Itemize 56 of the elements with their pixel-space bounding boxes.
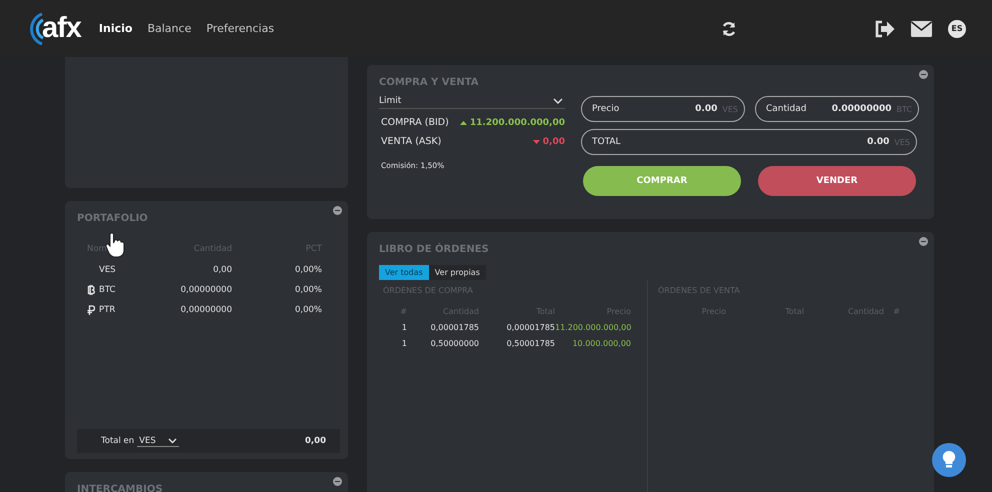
currency-select[interactable]: VES (137, 436, 179, 446)
amount-cell-text: 0,00000000 (180, 305, 232, 315)
filter-tab[interactable]: Ver propias (428, 265, 486, 280)
currency-symbol: PTR (99, 305, 116, 315)
hand-cursor-icon (105, 232, 127, 258)
bitcoin-icon (87, 285, 95, 295)
order-type-select[interactable]: Limit (379, 96, 565, 109)
currency-symbol: BTC (99, 285, 116, 295)
amount-cell-text: 0,00 (212, 265, 232, 275)
chevron-down-icon (168, 438, 177, 444)
down-triangle-icon (532, 140, 540, 144)
chevron-down-icon (553, 98, 563, 104)
panel-title: INTERCAMBIOS (77, 484, 164, 492)
sell-button[interactable]: VENDER (758, 166, 916, 196)
bid-label: COMPRA (BID) (381, 117, 449, 128)
collapse-icon[interactable] (333, 477, 342, 486)
table-cell-text: 10.000.000,00 (571, 338, 631, 348)
nav-link[interactable]: Balance (147, 22, 192, 35)
total-value: 0,00 (305, 436, 326, 446)
ask-value: 0,00 (532, 136, 565, 147)
mail-icon[interactable] (911, 20, 932, 36)
nav-link[interactable]: Preferencias (206, 22, 274, 35)
total-label: Total en (101, 436, 134, 446)
ask-label: VENTA (ASK) (381, 136, 442, 147)
lightbulb-button[interactable] (932, 443, 966, 477)
collapse-icon[interactable] (919, 70, 928, 79)
amount-cell-text: 0,00000000 (180, 285, 232, 295)
bid-value: 11.200.000.000,00 (460, 117, 565, 128)
percent-cell-text: 0,00% (294, 285, 322, 295)
table-cell-text: 0,00001785 (430, 322, 479, 332)
up-triangle-icon (460, 120, 467, 124)
ruble-icon (87, 305, 95, 315)
column-header: # (892, 306, 900, 316)
logo[interactable]: afx (28, 12, 81, 46)
logo-text: afx (42, 12, 81, 45)
refresh-icon[interactable] (721, 20, 737, 36)
table-cell-text: 0,50000000 (430, 338, 479, 348)
signal-arcs-icon (28, 12, 44, 46)
table-cell-text: 0,50001785 (506, 338, 555, 348)
table-cell: 11.200.000.000,00 (555, 322, 631, 332)
table-cell-text: 0,00001785 (506, 322, 555, 332)
collapse-icon[interactable] (333, 206, 342, 215)
panel-title: LIBRO DE ÓRDENES (379, 244, 490, 255)
panel-title: PORTAFOLIO (77, 213, 149, 224)
percent-cell-text: 0,00% (294, 305, 322, 315)
column-header: # (399, 306, 407, 316)
percent-cell-text: 0,00% (294, 265, 322, 275)
table-cell-text: 1 (400, 322, 407, 332)
panel-title: COMPRA Y VENTA (379, 77, 480, 88)
logout-icon[interactable] (875, 20, 895, 38)
currency-symbol: VES (99, 265, 116, 275)
nav-link[interactable]: Inicio (98, 22, 132, 35)
table-cell-text: 1 (400, 338, 407, 348)
filter-tab[interactable]: Ver todas (379, 265, 429, 280)
collapse-icon[interactable] (919, 237, 928, 246)
language-button[interactable]: ES (948, 20, 966, 38)
